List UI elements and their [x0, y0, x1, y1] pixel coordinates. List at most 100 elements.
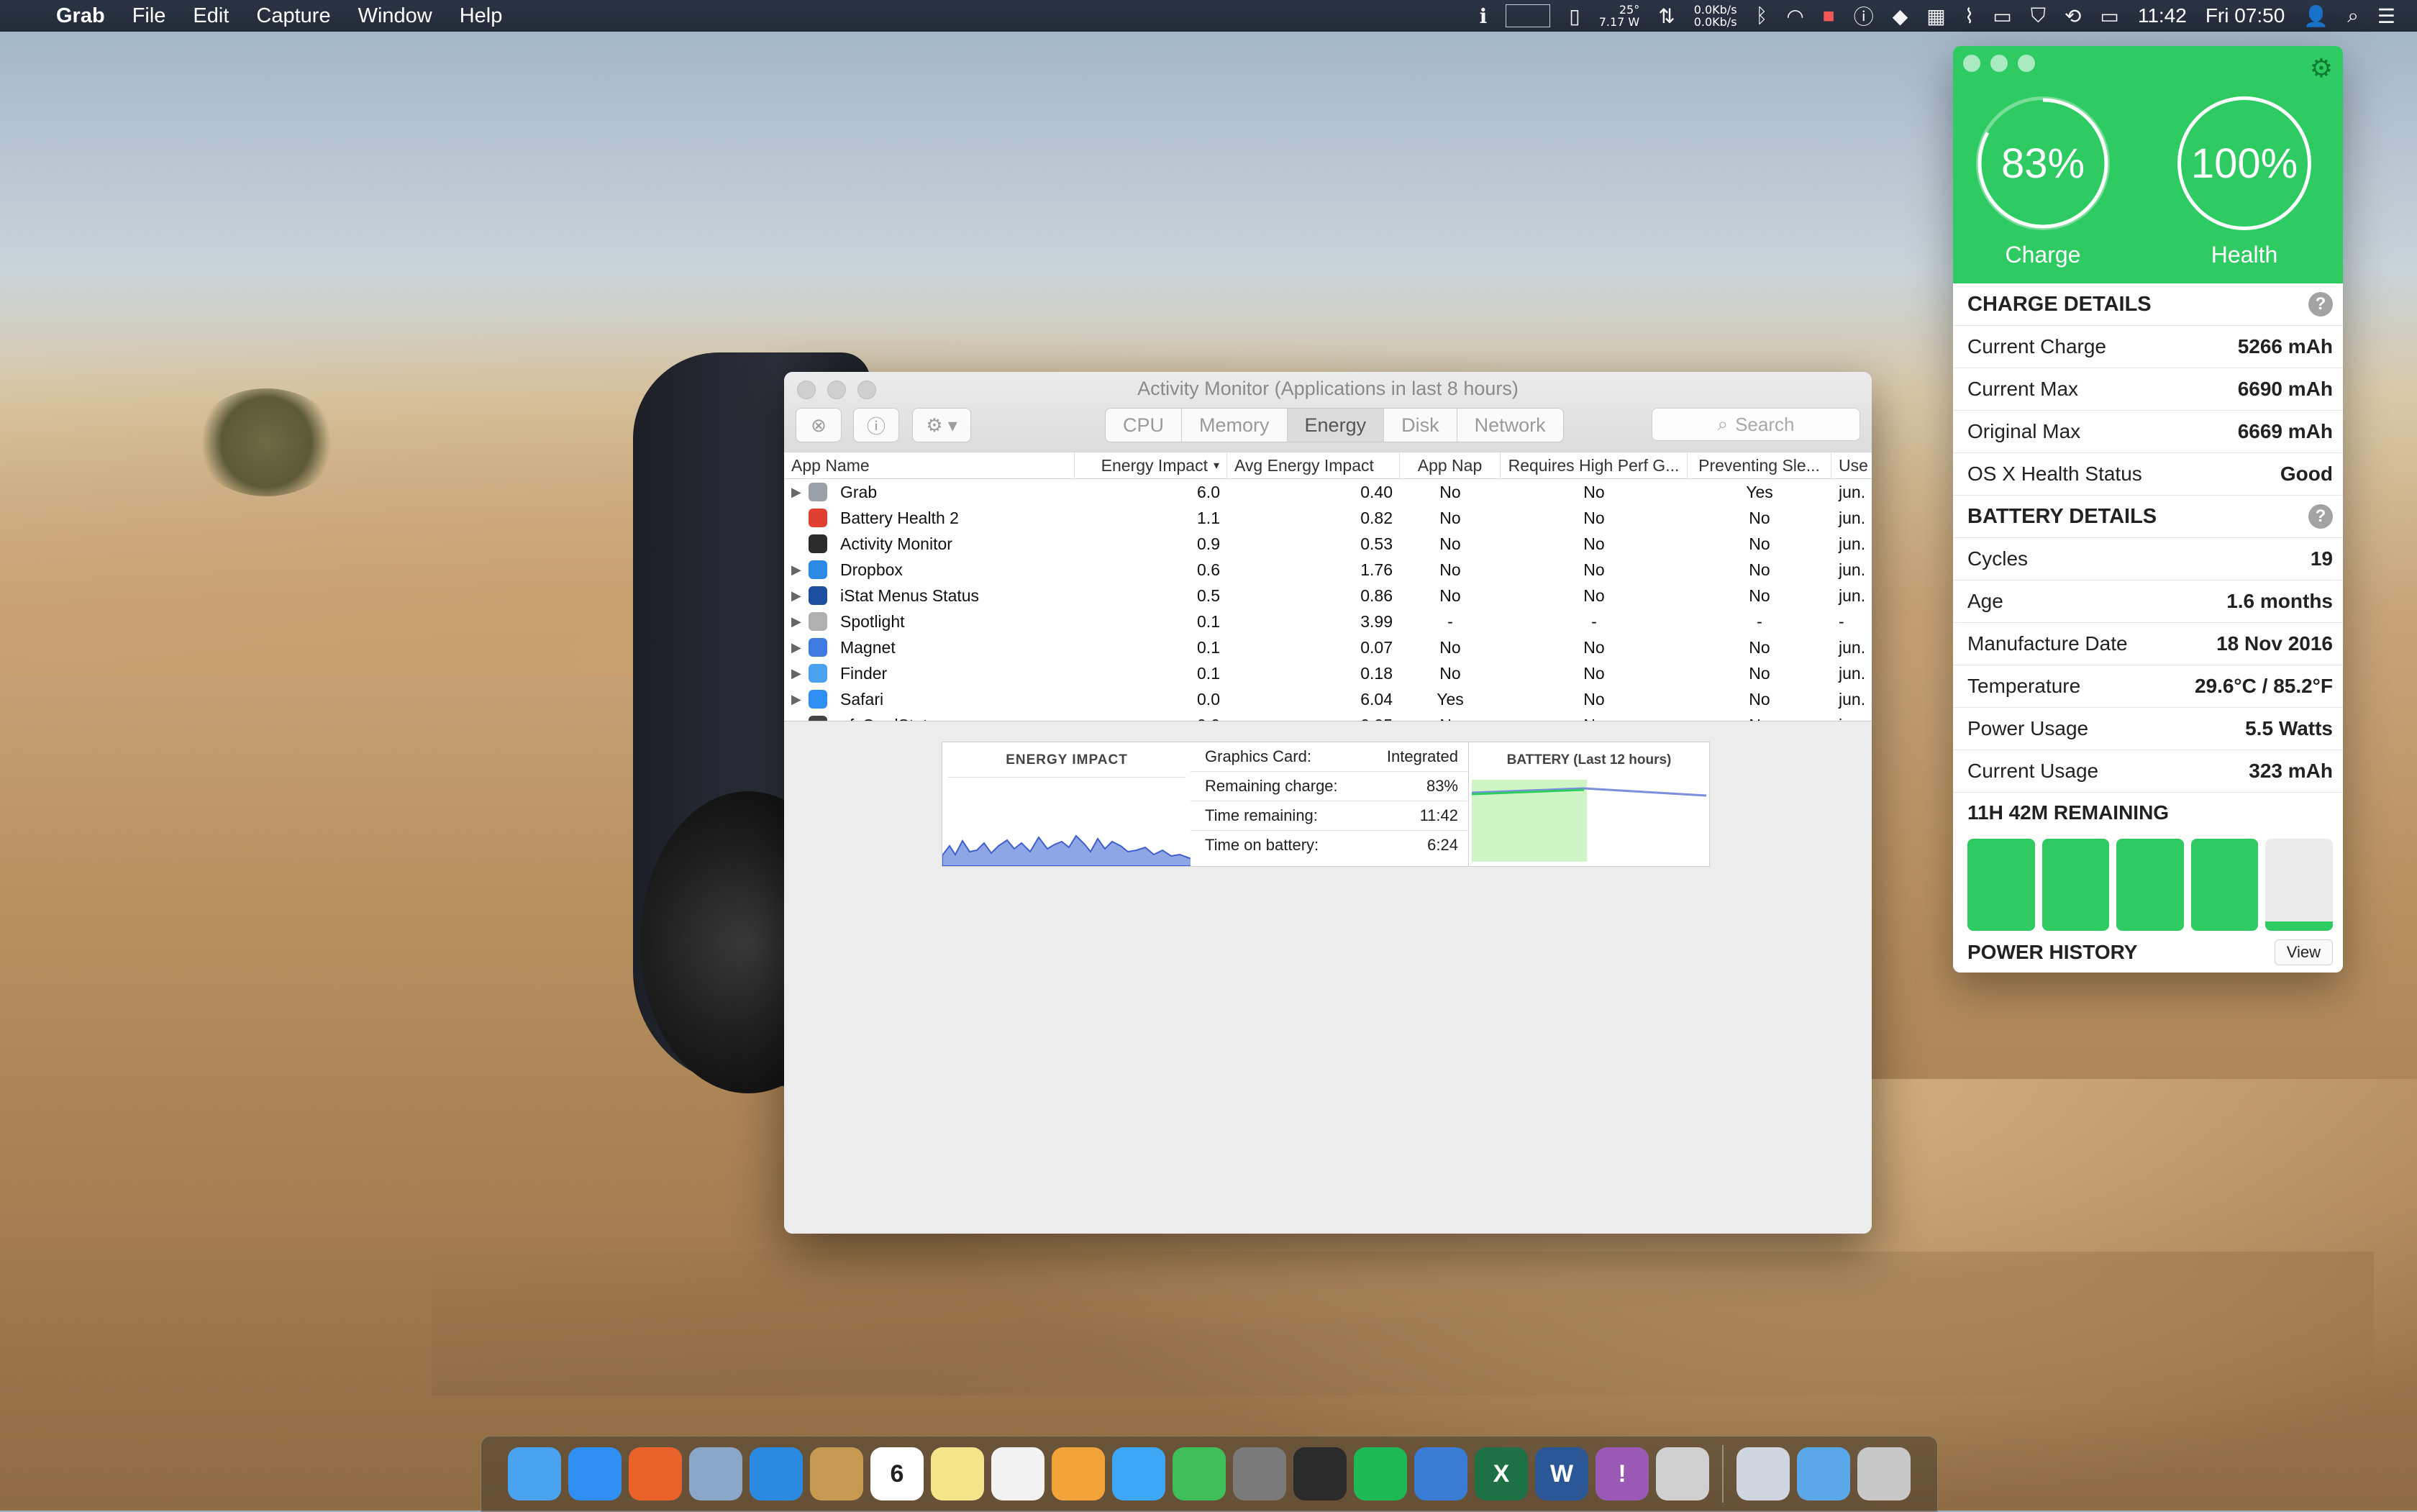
memory-icon[interactable]: ▯: [1569, 4, 1580, 28]
time-machine-icon[interactable]: ⟲: [2065, 4, 2081, 28]
energy-impact-cell: 1.1: [1197, 508, 1220, 527]
photos-icon[interactable]: [1052, 1447, 1105, 1500]
tab-network[interactable]: Network: [1457, 409, 1563, 442]
preventing-sleep-cell: No: [1749, 508, 1770, 527]
spotify-icon[interactable]: [1354, 1447, 1407, 1500]
trash-icon[interactable]: [1857, 1447, 1911, 1500]
clock[interactable]: Fri 07:50: [2206, 4, 2285, 27]
col-user[interactable]: Use: [1831, 452, 1872, 478]
notes-icon[interactable]: [810, 1447, 863, 1500]
table-row[interactable]: ▶ Spotlight 0.1 3.99 - - - -: [784, 609, 1872, 634]
avg-energy-cell: 0.53: [1360, 534, 1393, 553]
folder-icon[interactable]: [1797, 1447, 1850, 1500]
tab-memory[interactable]: Memory: [1182, 409, 1288, 442]
finder-icon[interactable]: [508, 1447, 561, 1500]
menu-window[interactable]: Window: [358, 4, 432, 28]
network-readout[interactable]: 0.0Kb/s 0.0Kb/s: [1694, 4, 1737, 28]
col-app-nap[interactable]: App Nap: [1400, 452, 1501, 478]
shield-icon[interactable]: ⛉: [2031, 4, 2046, 28]
activity-monitor-icon[interactable]: [1293, 1447, 1347, 1500]
col-energy-impact[interactable]: Energy Impact ▾: [1075, 452, 1227, 478]
paperclip-icon[interactable]: ⌇: [1965, 4, 1975, 28]
excel-icon[interactable]: X: [1475, 1447, 1528, 1500]
detail-value: 5266 mAh: [2237, 335, 2333, 357]
cpu-graph-icon[interactable]: [1506, 4, 1551, 27]
dropbox-menu-icon[interactable]: ◆: [1893, 4, 1908, 28]
zoom-button[interactable]: [2018, 55, 2035, 72]
minimize-button[interactable]: [1990, 55, 2008, 72]
documents-stack-icon[interactable]: [1736, 1447, 1790, 1500]
preview-icon[interactable]: [689, 1447, 742, 1500]
window-titlebar: Activity Monitor (Applications in last 8…: [784, 372, 1872, 454]
detail-row: Current Usage 323 mAh: [1953, 750, 2343, 792]
info-icon[interactable]: ℹ: [1480, 4, 1488, 28]
reminders-icon[interactable]: [991, 1447, 1044, 1500]
gear-icon[interactable]: ⚙: [2310, 53, 2333, 83]
menu-file[interactable]: File: [132, 4, 166, 28]
firefox-icon[interactable]: [629, 1447, 682, 1500]
bluetooth-icon[interactable]: ᛒ: [1756, 4, 1768, 27]
airplay-icon[interactable]: ▭: [1993, 4, 2011, 28]
col-app-name[interactable]: App Name: [784, 452, 1075, 478]
table-row[interactable]: ▶ Finder 0.1 0.18 No No No jun.: [784, 660, 1872, 686]
table-row[interactable]: Activity Monitor 0.9 0.53 No No No jun.: [784, 531, 1872, 557]
safari-icon[interactable]: [568, 1447, 622, 1500]
widget-window-controls: [1963, 55, 2035, 72]
disclosure-triangle-icon[interactable]: ▶: [791, 666, 809, 681]
table-row[interactable]: ▶ Safari 0.0 6.04 Yes No No jun.: [784, 686, 1872, 712]
calendar-icon[interactable]: 6: [870, 1447, 924, 1500]
tab-energy[interactable]: Energy: [1287, 409, 1385, 442]
user-icon[interactable]: 👤: [2303, 4, 2329, 28]
actions-menu-button[interactable]: ⚙ ▾: [912, 408, 971, 442]
menu-help[interactable]: Help: [460, 4, 503, 28]
scissors-app-icon[interactable]: [1656, 1447, 1709, 1500]
wifi-icon[interactable]: ◠: [1786, 4, 1803, 28]
menu-capture[interactable]: Capture: [256, 4, 330, 28]
info-icon: ⓘ: [866, 415, 886, 437]
tab-cpu[interactable]: CPU: [1106, 409, 1183, 442]
help-icon[interactable]: ?: [2308, 292, 2333, 316]
transmit-icon[interactable]: [750, 1447, 803, 1500]
col-preventing-sleep[interactable]: Preventing Sle...: [1688, 452, 1831, 478]
messages-icon[interactable]: [1112, 1447, 1165, 1500]
1password-menu-icon[interactable]: ⓘ: [1854, 1, 1874, 30]
disclosure-triangle-icon[interactable]: ▶: [791, 640, 809, 655]
inspect-process-button[interactable]: ⓘ: [853, 408, 899, 442]
disclosure-triangle-icon[interactable]: ▶: [791, 485, 809, 500]
system-preferences-icon[interactable]: [1233, 1447, 1286, 1500]
sensor-readout[interactable]: 25° 7.17 W: [1599, 4, 1640, 28]
preventing-sleep-cell: No: [1688, 716, 1831, 721]
battery-icon[interactable]: ▭: [2100, 4, 2118, 28]
facetime-icon[interactable]: [1173, 1447, 1226, 1500]
notification-center-icon[interactable]: ☰: [2377, 4, 2395, 28]
disclosure-triangle-icon[interactable]: ▶: [791, 614, 809, 629]
col-high-perf[interactable]: Requires High Perf G...: [1501, 452, 1688, 478]
table-row[interactable]: ▶gfxCardStatus0.00.05NoNoNojun.: [784, 712, 1872, 721]
disclosure-triangle-icon[interactable]: ▶: [791, 563, 809, 578]
table-row[interactable]: ▶ Magnet 0.1 0.07 No No No jun.: [784, 634, 1872, 660]
search-field[interactable]: ⌕ Search: [1652, 408, 1860, 441]
table-row[interactable]: ▶ Grab 6.0 0.40 No No Yes jun.: [784, 479, 1872, 505]
app-menu[interactable]: Grab: [56, 4, 105, 28]
stickies-icon[interactable]: [931, 1447, 984, 1500]
table-row[interactable]: ▶ Dropbox 0.6 1.76 No No No jun.: [784, 557, 1872, 583]
menu-edit[interactable]: Edit: [193, 4, 229, 28]
spotlight-search-icon[interactable]: ⌕: [2347, 4, 2359, 28]
disclosure-triangle-icon[interactable]: ▶: [791, 588, 809, 604]
1password-icon[interactable]: [1414, 1447, 1467, 1500]
network-arrows-icon[interactable]: ⇅: [1658, 4, 1675, 28]
table-row[interactable]: Battery Health 2 1.1 0.82 No No No jun.: [784, 505, 1872, 531]
view-button[interactable]: View: [2274, 939, 2333, 965]
disclosure-triangle-icon[interactable]: ▶: [791, 692, 809, 707]
word-icon[interactable]: W: [1535, 1447, 1588, 1500]
help-icon[interactable]: ?: [2308, 504, 2333, 529]
magnet-menu-icon[interactable]: ▦: [1926, 4, 1945, 28]
battery-time[interactable]: 11:42: [2138, 4, 2187, 27]
col-avg-energy[interactable]: Avg Energy Impact: [1227, 452, 1400, 478]
adguard-icon[interactable]: ■: [1823, 4, 1835, 27]
omnifocus-icon[interactable]: !: [1596, 1447, 1649, 1500]
table-row[interactable]: ▶ iStat Menus Status 0.5 0.86 No No No jun.: [784, 583, 1872, 609]
tab-disk[interactable]: Disk: [1384, 409, 1457, 442]
close-button[interactable]: [1963, 55, 1980, 72]
stop-process-button[interactable]: ⊗: [796, 408, 842, 442]
